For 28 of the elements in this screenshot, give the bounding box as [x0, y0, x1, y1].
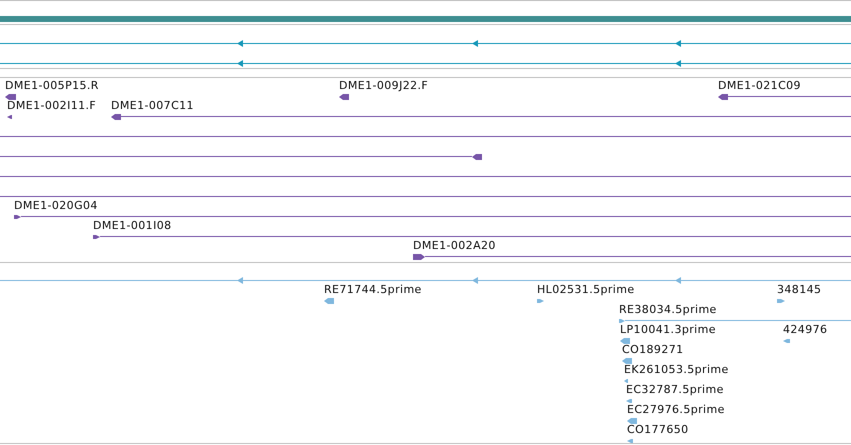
arrowhead-icon — [237, 60, 243, 67]
feature-label: DME1-002I11.F — [7, 99, 96, 113]
feature-label: RE38034.5prime — [619, 303, 717, 317]
arrowhead-icon — [472, 277, 478, 284]
feature-label: CO189271 — [622, 343, 684, 357]
feature-label: DME1-001I08 — [93, 219, 172, 233]
arrowhead-icon — [472, 40, 478, 47]
arrowhead-icon — [675, 40, 681, 47]
feature-label: EC27976.5prime — [627, 403, 725, 417]
arrowhead-icon — [675, 277, 681, 284]
feature-label: CO177650 — [627, 423, 689, 437]
feature-label: DME1-021C09 — [718, 79, 801, 93]
feature-label: 348145 — [777, 283, 822, 297]
feature-label: 424976 — [783, 323, 828, 337]
feature-label: EK261053.5prime — [624, 363, 729, 377]
feature-arrow-icon — [472, 152, 482, 160]
feature-label: LP10041.3prime — [620, 323, 716, 337]
feature-label: DME1-007C11 — [111, 99, 194, 113]
feature-label: HL02531.5prime — [537, 283, 635, 297]
feature-label: EC32787.5prime — [626, 383, 724, 397]
arrowhead-icon — [237, 40, 243, 47]
feature-label: DME1-009J22.F — [339, 79, 428, 93]
arrowhead-icon — [237, 277, 243, 284]
arrowhead-icon — [675, 60, 681, 67]
feature-label: DME1-020G04 — [14, 199, 98, 213]
feature-label: RE71744.5prime — [324, 283, 422, 297]
feature-label: DME1-005P15.R — [5, 79, 99, 93]
feature-label: DME1-002A20 — [413, 239, 496, 253]
